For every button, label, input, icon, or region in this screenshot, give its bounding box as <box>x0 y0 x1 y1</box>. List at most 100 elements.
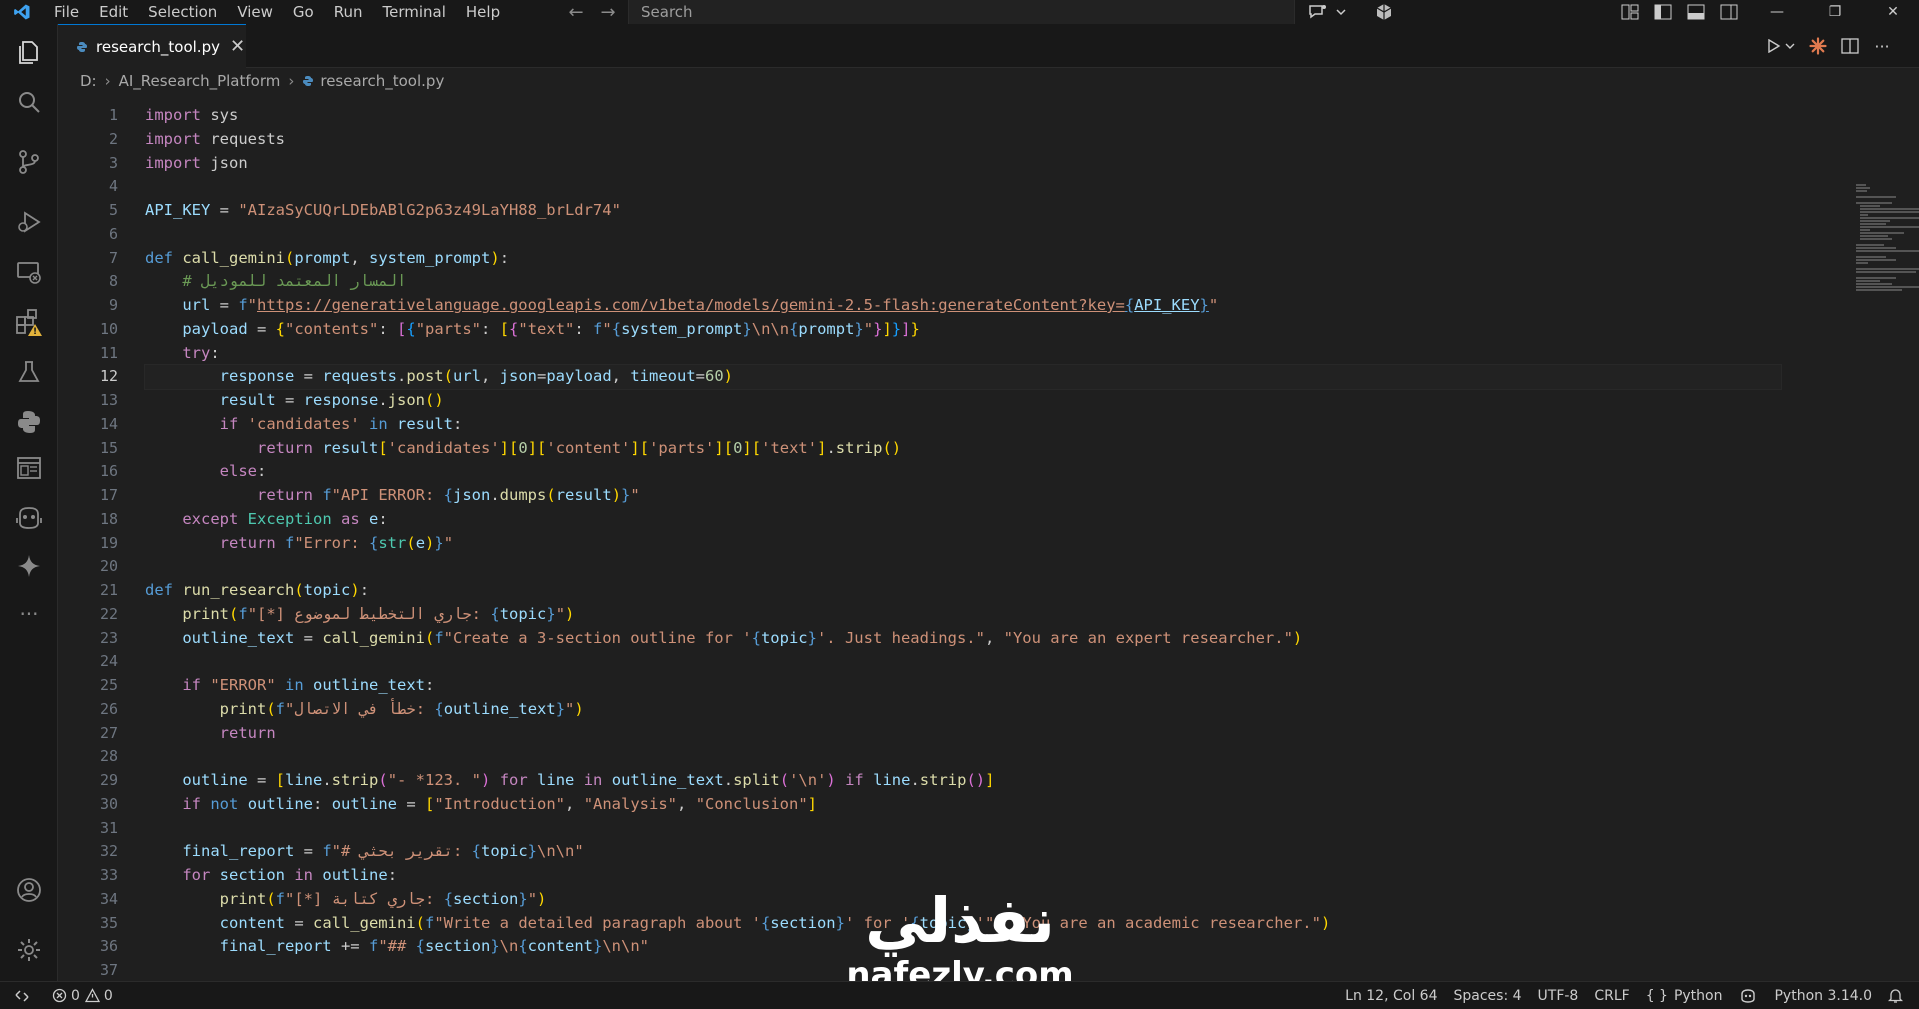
minimap[interactable] <box>1850 94 1919 981</box>
account-icon[interactable] <box>0 866 58 914</box>
code-line[interactable]: return result['candidates'][0]['content'… <box>145 437 1845 461</box>
testing-icon[interactable] <box>0 348 58 396</box>
indentation[interactable]: Spaces: 4 <box>1445 982 1529 1009</box>
toggle-panel-icon[interactable] <box>1683 0 1709 24</box>
line-number: 9 <box>108 296 118 314</box>
code-line[interactable]: result = response.json() <box>145 389 1845 413</box>
run-python-file-button[interactable] <box>1764 34 1798 58</box>
code-line[interactable]: try: <box>145 342 1845 366</box>
remote-indicator-icon[interactable] <box>0 982 44 1009</box>
menu-help[interactable]: Help <box>456 0 510 24</box>
close-icon[interactable]: ✕ <box>1868 0 1918 24</box>
preview-icon[interactable] <box>0 444 58 492</box>
code-line[interactable]: import json <box>145 152 1845 176</box>
code-line[interactable]: # المسار المعتمد للموديل <box>145 270 1845 294</box>
file-encoding[interactable]: UTF-8 <box>1530 982 1587 1009</box>
restore-icon[interactable]: ❐ <box>1810 0 1860 24</box>
code-line[interactable]: API_KEY = "AIzaSyCUQrLDEbABlG2p63z49LaYH… <box>145 199 1845 223</box>
code-line[interactable] <box>145 650 1845 674</box>
minimap-line <box>1856 271 1916 273</box>
menu-selection[interactable]: Selection <box>138 0 227 24</box>
more-icon[interactable]: ··· <box>0 590 58 638</box>
menu-terminal[interactable]: Terminal <box>373 0 456 24</box>
code-line[interactable]: return f"Error: {str(e)}" <box>145 532 1845 556</box>
minimize-icon[interactable]: — <box>1752 0 1802 24</box>
menu-edit[interactable]: Edit <box>89 0 138 24</box>
code-line[interactable] <box>145 223 1845 247</box>
code-line[interactable]: def call_gemini(prompt, system_prompt): <box>145 247 1845 271</box>
forward-arrow-icon[interactable]: → <box>596 0 620 24</box>
explorer-icon[interactable] <box>0 28 58 76</box>
line-number: 32 <box>99 842 118 861</box>
code-line[interactable]: except Exception as e: <box>145 508 1845 532</box>
python-icon[interactable] <box>0 398 58 446</box>
code-line[interactable]: return <box>145 722 1845 746</box>
code-line[interactable]: print(f"[*] جاري التخطيط لموضوع: {topic}… <box>145 603 1845 627</box>
menu-run[interactable]: Run <box>324 0 373 24</box>
close-tab-icon[interactable]: ✕ <box>230 36 245 57</box>
source-control-icon[interactable] <box>0 138 58 186</box>
code-line[interactable]: if 'candidates' in result: <box>145 413 1845 437</box>
code-line[interactable]: url = f"https://generativelanguage.googl… <box>145 294 1845 318</box>
remote-explorer-icon[interactable] <box>0 248 58 296</box>
code-line[interactable] <box>145 817 1845 841</box>
code-line[interactable] <box>145 175 1845 199</box>
search-icon[interactable] <box>0 78 58 126</box>
code-line[interactable]: outline_text = call_gemini(f"Create a 3-… <box>145 627 1845 651</box>
copilot-chat-button[interactable] <box>1302 0 1350 24</box>
code-line[interactable] <box>145 555 1845 579</box>
split-editor-icon[interactable] <box>1838 34 1862 58</box>
menu-view[interactable]: View <box>227 0 283 24</box>
back-arrow-icon[interactable]: ← <box>564 0 588 24</box>
minimap-line <box>1856 202 1892 204</box>
code-line[interactable]: import requests <box>145 128 1845 152</box>
customize-layout-icon[interactable] <box>1617 0 1643 24</box>
code-line[interactable]: if not outline: outline = ["Introduction… <box>145 793 1845 817</box>
end-of-line[interactable]: CRLF <box>1586 982 1637 1009</box>
line-number-gutter: 1 2 3 4 5 6 7 8 9 10 11 12 13 14 15 16 1… <box>58 104 118 981</box>
menu-file[interactable]: File <box>44 0 89 24</box>
settings-gear-icon[interactable] <box>0 926 58 974</box>
breadcrumb-drive[interactable]: D: <box>80 72 97 90</box>
code-line[interactable]: else: <box>145 460 1845 484</box>
more-actions-icon[interactable]: ··· <box>1870 34 1894 58</box>
code-editor[interactable]: 1 2 3 4 5 6 7 8 9 10 11 12 13 14 15 16 1… <box>58 94 1919 981</box>
tab-research-tool[interactable]: research_tool.py ✕ <box>58 24 246 68</box>
code-line[interactable]: print(f"خطأ في الاتصال: {outline_text}") <box>145 698 1845 722</box>
menu-go[interactable]: Go <box>283 0 324 24</box>
copilot-status-icon[interactable] <box>1730 982 1766 1009</box>
minimap-line <box>1856 256 1886 258</box>
minimap-line <box>1856 184 1866 186</box>
line-number: 23 <box>99 628 118 647</box>
toggle-secondary-sidebar-icon[interactable] <box>1716 0 1742 24</box>
line-number: 11 <box>99 343 118 362</box>
gemini-sparkle-icon[interactable] <box>0 542 58 590</box>
problems-indicator[interactable]: 0 0 <box>44 982 121 1009</box>
breadcrumb-folder[interactable]: AI_Research_Platform <box>119 72 281 90</box>
python-interpreter[interactable]: Python 3.14.0 <box>1766 982 1880 1009</box>
run-debug-icon[interactable] <box>0 198 58 246</box>
minimap-line <box>1856 196 1896 198</box>
toggle-sidebar-icon[interactable] <box>1650 0 1676 24</box>
cursor-position[interactable]: Ln 12, Col 64 <box>1337 982 1445 1009</box>
breadcrumb-file[interactable]: research_tool.py <box>320 72 444 90</box>
extensions-icon[interactable]: ! <box>0 298 58 346</box>
claude-burst-icon[interactable] <box>1806 34 1830 58</box>
code-line[interactable]: return f"API ERROR: {json.dumps(result)}… <box>145 484 1845 508</box>
minimap-line <box>1856 268 1919 270</box>
code-line[interactable]: import sys <box>145 104 1845 128</box>
notifications-bell-icon[interactable] <box>1880 982 1911 1009</box>
code-line[interactable] <box>145 745 1845 769</box>
language-mode[interactable]: { } Python <box>1638 982 1731 1009</box>
code-line[interactable]: response = requests.post(url, json=paylo… <box>144 364 1782 390</box>
code-line[interactable]: def run_research(topic): <box>145 579 1845 603</box>
command-center-search[interactable]: Search <box>628 0 1295 24</box>
copilot-icon[interactable] <box>0 494 58 542</box>
code-line[interactable]: outline = [line.strip("- *123. ") for li… <box>145 769 1845 793</box>
code-line[interactable]: payload = {"contents": [{"parts": [{"tex… <box>145 318 1845 342</box>
breadcrumb: D: › AI_Research_Platform › research_too… <box>58 68 1919 94</box>
minimap-line <box>1860 223 1886 225</box>
cube-icon[interactable] <box>1372 0 1396 24</box>
code-line[interactable]: if "ERROR" in outline_text: <box>145 674 1845 698</box>
code-line[interactable]: final_report = f"# تقرير بحثي: {topic}\n… <box>145 840 1845 864</box>
